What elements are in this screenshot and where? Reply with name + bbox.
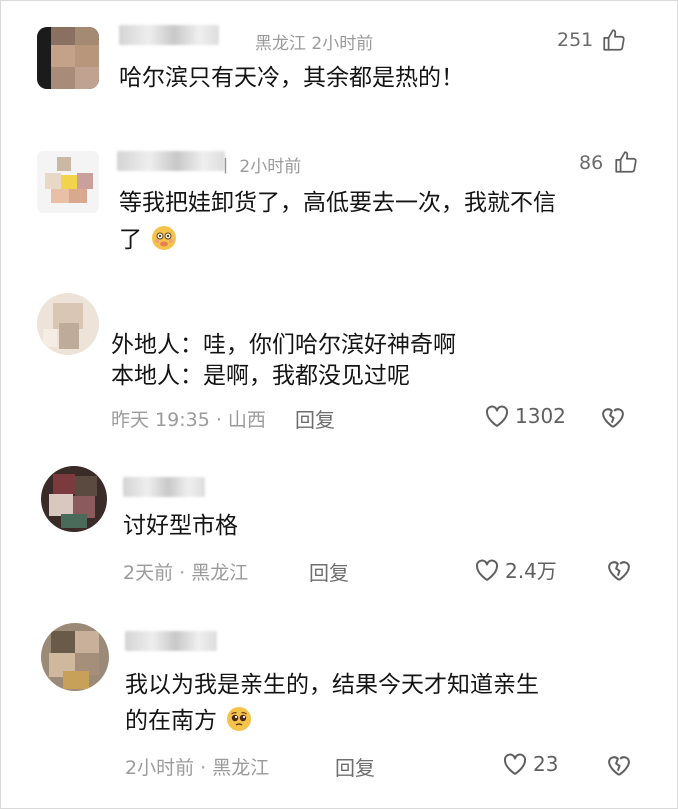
- like-count: 2.4万: [505, 559, 557, 583]
- avatar[interactable]: [41, 623, 109, 691]
- dizzy-face-emoji: [152, 226, 177, 250]
- thumbs-up-icon[interactable]: [601, 27, 627, 53]
- avatar[interactable]: [37, 151, 99, 213]
- username-blurred[interactable]: [123, 477, 205, 497]
- like-button[interactable]: 1302: [483, 402, 566, 430]
- comment-text-fragment: 的在南方: [125, 708, 217, 734]
- comment-item: 丨 2小时前 86 等我把娃卸货了，高低要去一次，我就不信 了: [1, 121, 677, 281]
- like-button[interactable]: 23: [501, 750, 558, 778]
- username-blurred[interactable]: [125, 631, 217, 651]
- comment-item: 讨好型市格 2天前 · 黑龙江 回复 2.4万: [1, 451, 677, 611]
- broken-heart-icon[interactable]: [605, 751, 633, 779]
- like-count: 86: [579, 152, 604, 174]
- like-button[interactable]: 2.4万: [473, 555, 557, 584]
- comment-location-time: 黑龙江 2小时前: [255, 34, 374, 54]
- comment-time-location: 2小时前 · 黑龙江: [125, 757, 270, 779]
- like-count: 251: [557, 29, 594, 51]
- comment-text-line: 我以为我是亲生的，结果今天才知道亲生: [125, 672, 539, 698]
- comment-item: 我以为我是亲生的，结果今天才知道亲生 的在南方 2小时前 · 黑龙江 回复 23: [1, 611, 677, 808]
- comment-time-location: 昨天 19:35 · 山西: [111, 409, 266, 431]
- comment-text-line: 了: [119, 223, 177, 258]
- reply-button[interactable]: 回复: [309, 557, 349, 586]
- broken-heart-icon[interactable]: [605, 556, 633, 584]
- comment-list: 黑龙江 2小时前 251 哈尔滨只有天冷，其余都是热的！ 丨 2小时前 86 等…: [0, 0, 678, 809]
- comment-text-line: 本地人：是啊，我都没见过呢: [111, 363, 410, 389]
- comment-item: 外地人：哇，你们哈尔滨好神奇啊 本地人：是啊，我都没见过呢 昨天 19:35 ·…: [1, 281, 677, 451]
- heart-icon: [486, 405, 508, 427]
- reply-button[interactable]: 回复: [335, 752, 375, 781]
- heart-icon: [504, 753, 526, 775]
- heart-icon: [476, 559, 498, 581]
- username-blurred[interactable]: [117, 151, 225, 171]
- broken-heart-icon[interactable]: [599, 403, 627, 431]
- reply-button[interactable]: 回复: [295, 404, 335, 433]
- like-count: 23: [533, 752, 559, 776]
- comment-time-location: 2天前 · 黑龙江: [123, 562, 249, 584]
- comment-text-line: 等我把娃卸货了，高低要去一次，我就不信: [119, 190, 556, 216]
- avatar[interactable]: [41, 466, 107, 532]
- username-blurred[interactable]: [119, 25, 219, 45]
- avatar[interactable]: [37, 293, 99, 355]
- comment-item: 黑龙江 2小时前 251 哈尔滨只有天冷，其余都是热的！: [1, 1, 677, 121]
- comment-text: 哈尔滨只有天冷，其余都是热的！: [119, 65, 464, 91]
- pleading-face-emoji: [227, 707, 252, 731]
- like-count: 1302: [515, 404, 566, 428]
- comment-text-fragment: 了: [119, 227, 142, 253]
- comment-text-line: 外地人：哇，你们哈尔滨好神奇啊: [111, 332, 456, 358]
- comment-text-line: 的在南方: [125, 704, 252, 739]
- comment-text: 讨好型市格: [123, 513, 238, 539]
- avatar[interactable]: [37, 27, 99, 89]
- comment-location-time: 丨 2小时前: [217, 157, 302, 177]
- thumbs-up-icon[interactable]: [613, 149, 639, 175]
